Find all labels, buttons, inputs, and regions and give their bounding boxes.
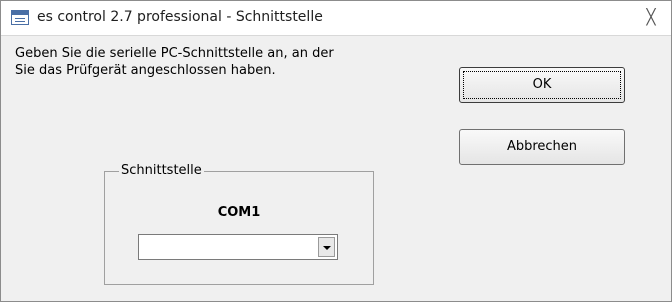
port-select[interactable] [138, 234, 338, 260]
title-bar[interactable]: es control 2.7 professional - Schnittste… [1, 1, 671, 36]
instruction-line-2: Sie das Prüfgerät angeschlossen haben. [15, 63, 276, 78]
ok-button-label: OK [532, 77, 552, 92]
instruction-text: Geben Sie die serielle PC-Schnittstelle … [15, 45, 435, 79]
groupbox-legend: Schnittstelle [119, 163, 204, 178]
app-form-icon [11, 10, 29, 25]
dropdown-button[interactable] [318, 237, 335, 257]
instruction-line-1: Geben Sie die serielle PC-Schnittstelle … [15, 46, 334, 61]
dialog-window: es control 2.7 professional - Schnittste… [0, 0, 672, 302]
window-title: es control 2.7 professional - Schnittste… [37, 9, 323, 25]
cancel-button[interactable]: Abbrechen [459, 129, 625, 165]
interface-groupbox: Schnittstelle COM1 [104, 163, 374, 285]
close-icon[interactable]: ╳ [639, 6, 663, 28]
ok-button[interactable]: OK [459, 67, 625, 103]
chevron-down-icon [323, 246, 331, 250]
current-port-label: COM1 [217, 205, 261, 220]
